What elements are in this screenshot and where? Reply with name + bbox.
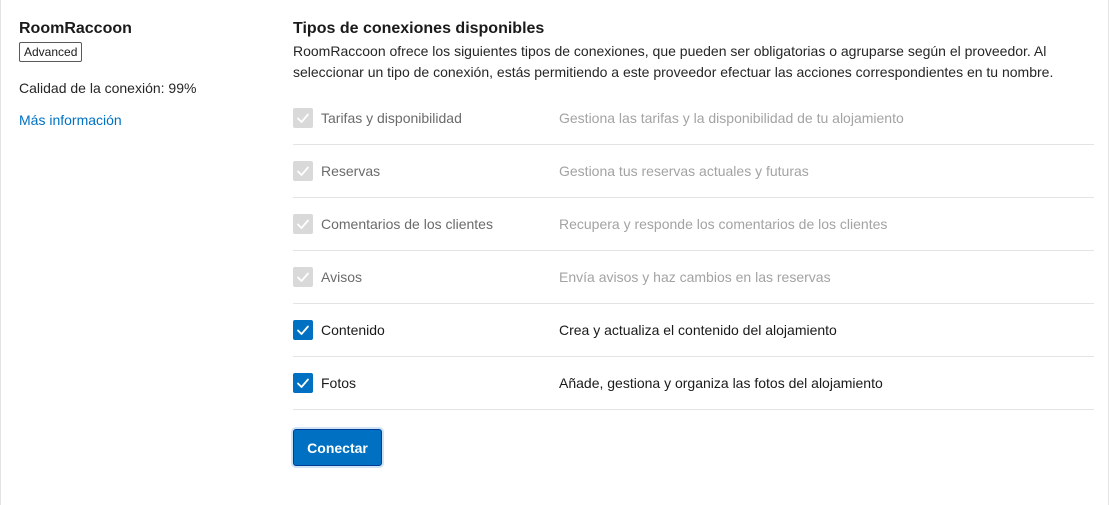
- checkmark-icon: [297, 378, 309, 388]
- connection-label: Fotos: [321, 375, 357, 391]
- checkbox-reviews[interactable]: [293, 214, 313, 234]
- connection-row-rates: Tarifas y disponibilidad Gestiona las ta…: [293, 92, 1094, 145]
- connection-description: Gestiona las tarifas y la disponibilidad…: [559, 110, 904, 126]
- more-info-link[interactable]: Más información: [19, 111, 259, 129]
- provider-sidebar: RoomRaccoon Advanced Calidad de la conex…: [19, 19, 259, 129]
- connection-row-reviews: Comentarios de los clientes Recupera y r…: [293, 198, 1094, 251]
- connection-description: Recupera y responde los comentarios de l…: [559, 216, 888, 232]
- connection-label: Tarifas y disponibilidad: [321, 110, 462, 126]
- checkbox-photos[interactable]: [293, 373, 313, 393]
- provider-badge: Advanced: [19, 42, 83, 62]
- checkmark-icon: [297, 272, 309, 282]
- checkmark-icon: [297, 325, 309, 335]
- connection-label: Avisos: [321, 269, 362, 285]
- connection-description: Añade, gestiona y organiza las fotos del…: [559, 375, 883, 391]
- connection-label: Reservas: [321, 163, 381, 179]
- connection-description: Envía avisos y haz cambios en las reserv…: [559, 269, 831, 285]
- connection-list: Tarifas y disponibilidad Gestiona las ta…: [293, 92, 1094, 410]
- connect-button[interactable]: Conectar: [293, 429, 382, 466]
- connection-row-content: Contenido Crea y actualiza el contenido …: [293, 304, 1094, 357]
- connection-row-notices: Avisos Envía avisos y haz cambios en las…: [293, 251, 1094, 304]
- checkmark-icon: [297, 219, 309, 229]
- checkbox-rates[interactable]: [293, 108, 313, 128]
- left-border: [0, 0, 1, 505]
- section-title: Tipos de conexiones disponibles: [293, 20, 545, 37]
- section-description: RoomRaccoon ofrece los siguientes tipos …: [293, 43, 1054, 80]
- checkbox-reservations[interactable]: [293, 161, 313, 181]
- connection-quality: Calidad de la conexión: 99%: [19, 80, 197, 96]
- connection-label: Contenido: [321, 322, 385, 338]
- connection-row-reservations: Reservas Gestiona tus reservas actuales …: [293, 145, 1094, 198]
- connection-description: Gestiona tus reservas actuales y futuras: [559, 163, 809, 179]
- connection-description: Crea y actualiza el contenido del alojam…: [559, 322, 837, 338]
- checkmark-icon: [297, 166, 309, 176]
- connection-label: Comentarios de los clientes: [321, 216, 493, 232]
- checkbox-content[interactable]: [293, 320, 313, 340]
- connection-row-photos: Fotos Añade, gestiona y organiza las fot…: [293, 357, 1094, 410]
- checkbox-notices[interactable]: [293, 267, 313, 287]
- provider-name: RoomRaccoon: [19, 20, 132, 37]
- checkmark-icon: [297, 113, 309, 123]
- connection-types-panel: Tipos de conexiones disponibles RoomRacc…: [293, 19, 1094, 466]
